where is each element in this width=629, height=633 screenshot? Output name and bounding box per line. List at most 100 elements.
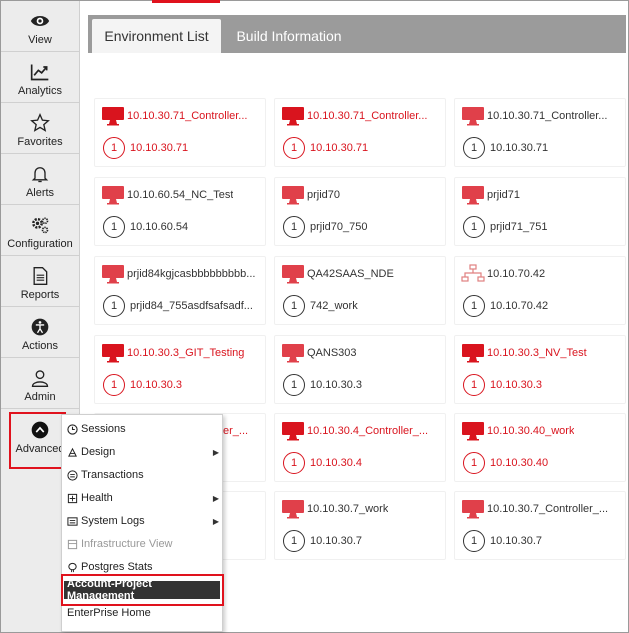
menu-item-label: Design [81,446,116,458]
environment-name: 10.10.70.42 [487,268,546,280]
environment-title[interactable]: 10.10.70.42 [461,264,627,284]
environment-title[interactable]: QA42SAAS_NDE [281,264,447,284]
environment-count-badge: 1 [463,137,485,159]
sidebar-item-view[interactable]: View [1,1,79,52]
environment-title[interactable]: 10.10.30.3_NV_Test [461,343,627,363]
monitor-icon [282,186,304,205]
environment-count-badge: 1 [283,374,305,396]
monitor-icon [282,422,304,441]
menu-item-infrastructure-view: Infrastructure View [67,534,219,554]
environment-sub-label[interactable]: 10.10.30.3 [490,379,542,391]
environment-sub-label[interactable]: 10.10.30.71 [130,142,188,154]
sidebar-item-actions[interactable]: Actions [1,307,79,358]
sidebar-item-favorites[interactable]: Favorites [1,103,79,154]
environment-sub-label[interactable]: 10.10.30.71 [490,142,548,154]
environment-title[interactable]: prjid71 [461,185,627,205]
environment-sub: 1 10.10.30.7 [463,530,542,552]
environment-sub-label[interactable]: 10.10.30.3 [130,379,182,391]
environment-sub-label[interactable]: 10.10.30.3 [310,379,362,391]
environment-sub: 1 10.10.30.71 [283,137,368,159]
environment-sub-label[interactable]: 10.10.30.71 [310,142,368,154]
environment-title[interactable]: 10.10.30.71_Controller... [281,106,447,126]
design-icon [68,447,77,457]
environment-name: 10.10.30.40_work [487,425,575,437]
environment-count-badge: 1 [463,452,485,474]
environment-name: 10.10.30.7_Controller_... [487,503,609,515]
environment-name: 10.10.60.54_NC_Test [127,189,234,201]
environment-count-badge: 1 [283,137,305,159]
environment-card[interactable]: 10.10.30.40_work 1 10.10.30.40 [454,413,626,482]
environment-card[interactable]: 10.10.30.4_Controller_... 1 10.10.30.4 [274,413,446,482]
menu-item-label: Transactions [81,469,144,481]
environment-sub: 1 10.10.60.54 [103,216,188,238]
menu-item-enterprise-home[interactable]: EnterPrise Home [67,603,219,623]
monitor-icon [282,265,304,284]
environment-title[interactable]: 10.10.30.7_work [281,499,447,519]
sidebar-item-admin[interactable]: Admin [1,358,79,409]
environment-sub-label[interactable]: 10.10.30.40 [490,457,548,469]
environment-title[interactable]: 10.10.30.40_work [461,421,627,441]
environment-sub: 1 prjid84_755asdfsafsadf... [103,295,253,317]
environment-card[interactable]: 10.10.70.42 1 10.10.70.42 [454,256,626,325]
environment-sub-label[interactable]: prjid84_755asdfsafsadf... [130,300,253,312]
environment-title[interactable]: 10.10.30.4_Controller_... [281,421,447,441]
environment-title[interactable]: 10.10.30.7_Controller_... [461,499,627,519]
environment-title[interactable]: 10.10.30.71_Controller... [101,106,267,126]
environment-sub-label[interactable]: 10.10.30.7 [310,535,362,547]
environment-card[interactable]: 10.10.30.7_work 1 10.10.30.7 [274,491,446,560]
monitor-icon [102,107,124,126]
environment-card[interactable]: prjid84kgjcasbbbbbbbbb... 1 prjid84_755asd… [94,256,266,325]
environment-card[interactable]: QA42SAAS_NDE 1 742_work [274,256,446,325]
tab-environment-list[interactable]: Environment List [92,19,221,53]
environment-sub-label[interactable]: 10.10.30.7 [490,535,542,547]
environment-card[interactable]: prjid70 1 prjid70_750 [274,177,446,246]
monitor-icon [462,500,484,519]
report-icon [33,267,48,285]
sidebar-item-alerts[interactable]: Alerts [1,154,79,205]
environment-title[interactable]: 10.10.60.54_NC_Test [101,185,267,205]
environment-sub-label[interactable]: prjid71_751 [490,221,548,233]
environment-title[interactable]: QANS303 [281,343,447,363]
environment-name: 10.10.30.71_Controller... [487,110,608,122]
environment-card[interactable]: 10.10.30.7_Controller_... 1 10.10.30.7 [454,491,626,560]
environment-title[interactable]: 10.10.30.3_GIT_Testing [101,343,267,363]
environment-card[interactable]: QANS303 1 10.10.30.3 [274,335,446,404]
environment-sub-label[interactable]: 10.10.60.54 [130,221,188,233]
environment-name: 10.10.30.4_Controller_... [307,425,429,437]
gears-icon [32,217,49,234]
menu-item-sessions[interactable]: Sessions [67,419,219,439]
environment-sub-label[interactable]: 742_work [310,300,358,312]
tab-build-information[interactable]: Build Information [228,19,350,53]
environment-card[interactable]: 10.10.30.71_Controller... 1 10.10.30.71 [94,98,266,167]
monitor-icon [102,265,124,284]
sidebar-item-reports[interactable]: Reports [1,256,79,307]
menu-item-system-logs[interactable]: System Logs ▶ [67,511,219,531]
star-icon [30,113,50,132]
menu-item-design[interactable]: Design ▶ [67,442,219,462]
environment-title[interactable]: 10.10.30.71_Controller... [461,106,627,126]
sidebar-item-analytics[interactable]: Analytics [1,52,79,103]
environment-sub-label[interactable]: 10.10.30.4 [310,457,362,469]
environment-sub-label[interactable]: prjid70_750 [310,221,368,233]
environment-title[interactable]: prjid70 [281,185,447,205]
environment-card[interactable]: prjid71 1 prjid71_751 [454,177,626,246]
environment-card[interactable]: 10.10.30.3_NV_Test 1 10.10.30.3 [454,335,626,404]
menu-item-transactions[interactable]: Transactions [67,465,219,485]
monitor-icon [102,186,124,205]
sidebar-item-label: Alerts [25,187,55,199]
sidebar-item-label: Configuration [7,238,73,250]
environment-name: 10.10.30.3_NV_Test [487,347,587,359]
environment-sub: 1 10.10.30.7 [283,530,362,552]
environment-title[interactable]: prjid84kgjcasbbbbbbbbb... [101,264,267,284]
menu-item-health[interactable]: Health ▶ [67,488,219,508]
monitor-icon [102,344,124,363]
environment-card[interactable]: 10.10.30.3_GIT_Testing 1 10.10.30.3 [94,335,266,404]
sidebar-item-configuration[interactable]: Configuration [1,205,79,256]
environment-count-badge: 1 [283,295,305,317]
tab-bar: Environment List Build Information [88,15,626,53]
environment-card[interactable]: 10.10.30.71_Controller... 1 10.10.30.71 [454,98,626,167]
environment-card[interactable]: 10.10.30.71_Controller... 1 10.10.30.71 [274,98,446,167]
environment-count-badge: 1 [463,216,485,238]
environment-card[interactable]: 10.10.60.54_NC_Test 1 10.10.60.54 [94,177,266,246]
environment-sub-label[interactable]: 10.10.70.42 [490,300,548,312]
